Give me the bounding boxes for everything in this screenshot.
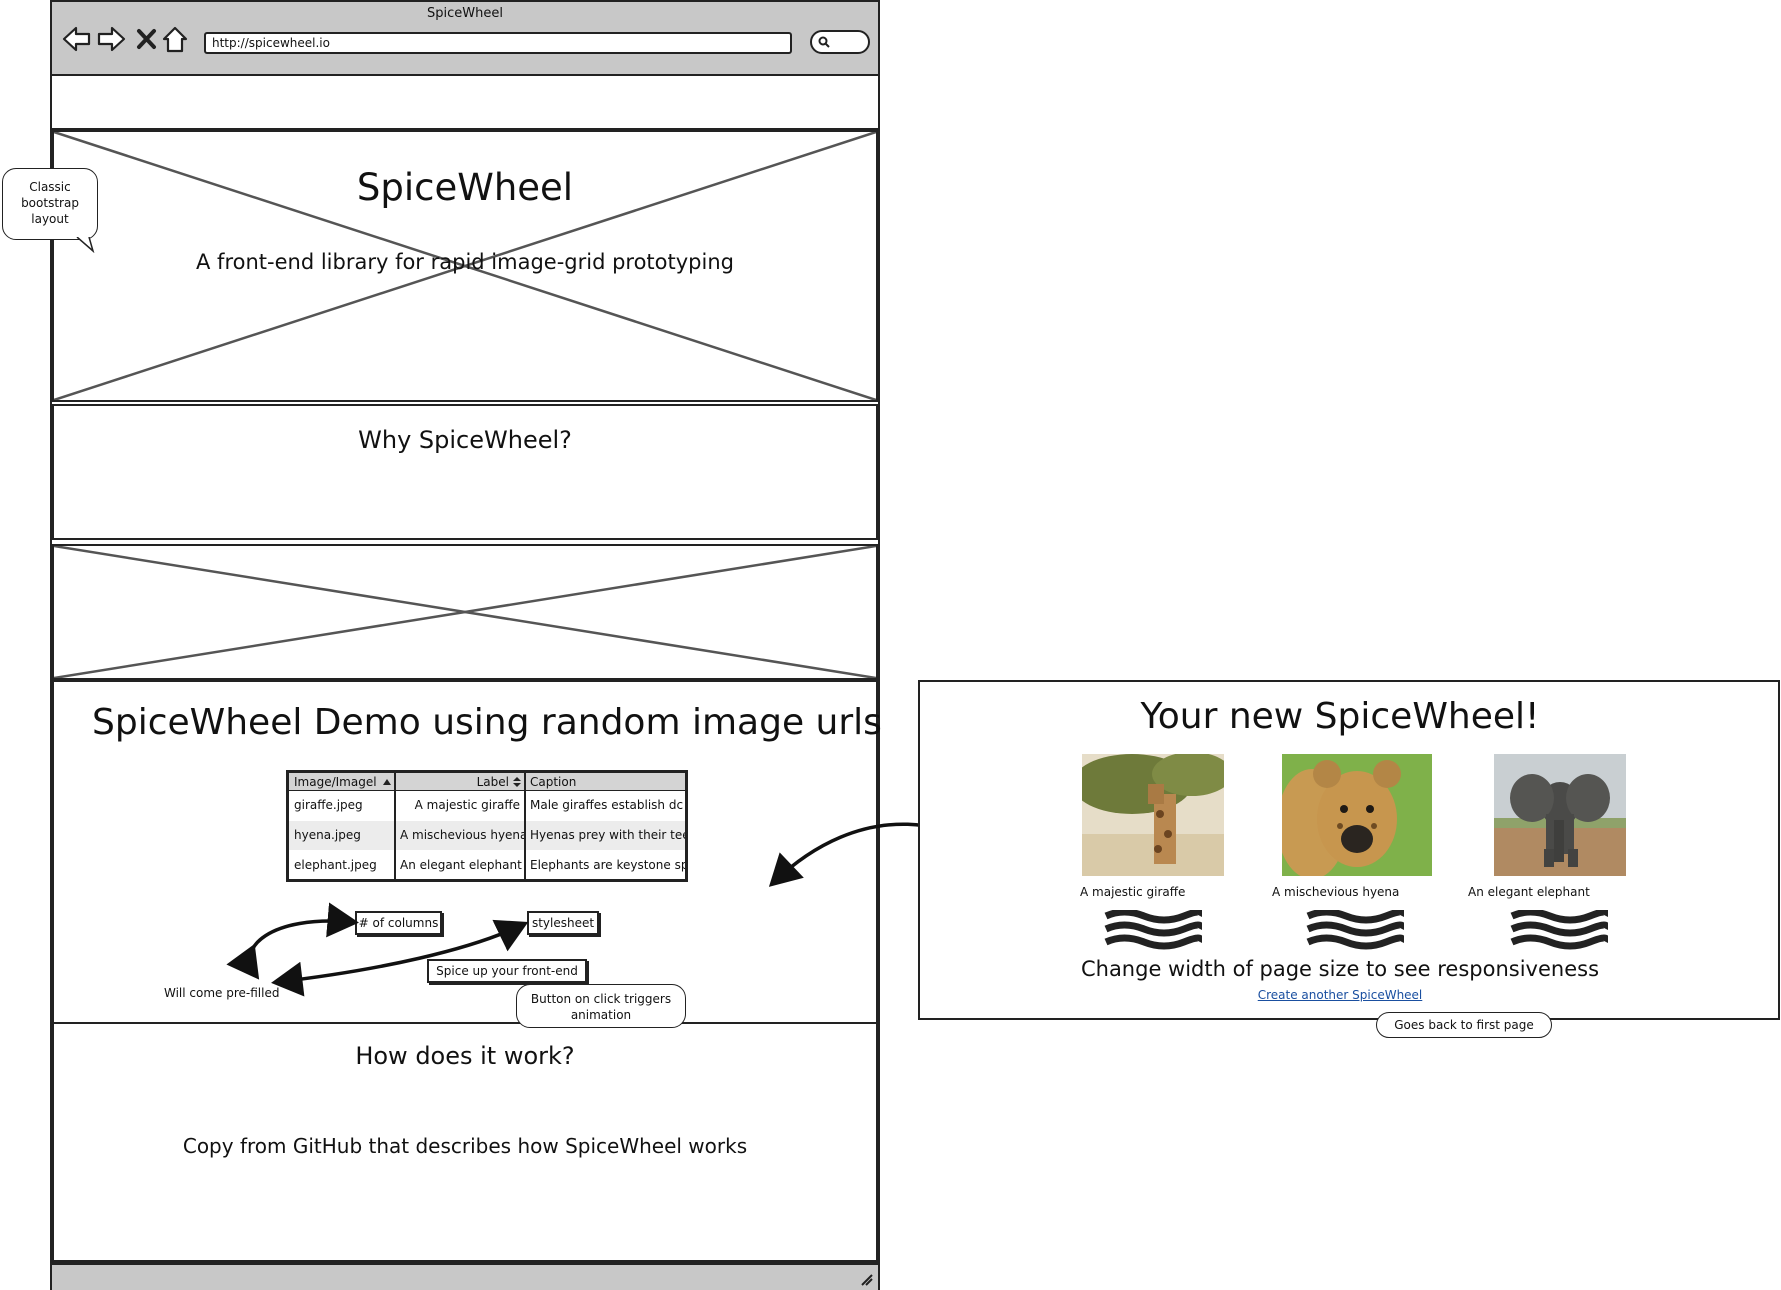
navbar-area xyxy=(52,76,878,130)
close-x-icon[interactable] xyxy=(132,24,162,54)
column-divider xyxy=(394,773,396,879)
table-header-image[interactable]: Image/Imagel xyxy=(289,773,395,791)
table-cell[interactable]: A majestic giraffe xyxy=(395,791,525,820)
responsive-note: Change width of page size to see respons… xyxy=(1080,957,1600,981)
demo-title: SpiceWheel Demo using random image urls xyxy=(92,702,882,743)
table-header-caption[interactable]: Caption xyxy=(525,773,685,791)
columns-field[interactable]: # of columns xyxy=(355,911,442,935)
table-cell[interactable]: hyena.jpeg xyxy=(289,821,395,850)
table-header-label[interactable]: Label xyxy=(395,773,525,791)
browser-titlebar: SpiceWheel http://spicewheel.io xyxy=(52,2,878,76)
elephant-photo xyxy=(1494,754,1626,876)
column-divider xyxy=(524,773,526,879)
stylesheet-field[interactable]: stylesheet xyxy=(527,911,599,935)
hero-section: SpiceWheel A front-end library for rapid… xyxy=(52,130,878,402)
spice-up-button[interactable]: Spice up your front-end xyxy=(427,959,587,983)
result-panel: Your new SpiceWheel! A majestic giraffe … xyxy=(918,680,1780,1020)
url-text: http://spicewheel.io xyxy=(212,36,330,50)
url-bar[interactable]: http://spicewheel.io xyxy=(204,32,792,54)
table-cell[interactable]: A mischevious hyena xyxy=(395,821,525,850)
image-caption: A majestic giraffe xyxy=(1080,885,1186,899)
table-cell[interactable]: An elegant elephant xyxy=(395,851,525,880)
how-section: How does it work? Copy from GitHub that … xyxy=(52,1022,878,1262)
image-caption: A mischevious hyena xyxy=(1272,885,1400,899)
resize-grip-icon[interactable] xyxy=(858,1271,874,1287)
callout-tail-icon xyxy=(76,237,95,253)
callout-button-animation: Button on click triggers animation xyxy=(516,984,686,1028)
forward-arrow-icon[interactable] xyxy=(96,24,126,54)
why-title: Why SpiceWheel? xyxy=(358,426,572,454)
banner-image-placeholder xyxy=(52,544,878,680)
table-cell[interactable]: Male giraffes establish dc xyxy=(525,791,685,820)
window-title: SpiceWheel xyxy=(427,6,503,21)
placeholder-text-scribble xyxy=(1104,910,1202,950)
sort-both-icon xyxy=(513,777,521,787)
placeholder-text-scribble xyxy=(1306,910,1404,950)
create-another-link[interactable]: Create another SpiceWheel xyxy=(1258,988,1423,1002)
table-cell[interactable]: Hyenas prey with their tee xyxy=(525,821,685,850)
back-arrow-icon[interactable] xyxy=(62,24,92,54)
how-body: Copy from GitHub that describes how Spic… xyxy=(182,1134,748,1158)
status-bar xyxy=(52,1262,878,1290)
image-data-table[interactable]: Image/Imagel Label Caption giraffe.jpeg … xyxy=(286,770,688,882)
hero-title: SpiceWheel xyxy=(356,166,574,209)
search-icon xyxy=(818,36,830,48)
table-cell[interactable]: Elephants are keystone sp xyxy=(525,851,685,880)
home-icon[interactable] xyxy=(160,24,190,54)
giraffe-photo xyxy=(1082,754,1224,876)
search-box[interactable] xyxy=(810,30,870,54)
placeholder-text-scribble xyxy=(1510,910,1608,950)
hero-subtitle: A front-end library for rapid image-grid… xyxy=(196,250,734,274)
table-cell[interactable]: giraffe.jpeg xyxy=(289,791,395,820)
sort-up-icon xyxy=(383,779,391,785)
how-title: How does it work? xyxy=(355,1042,575,1070)
result-title: Your new SpiceWheel! xyxy=(1140,696,1540,737)
create-another-link-wrap: Create another SpiceWheel xyxy=(920,988,1760,1002)
prefilled-annotation: Will come pre-filled xyxy=(164,986,280,1000)
image-placeholder-icon xyxy=(54,546,876,678)
why-section: Why SpiceWheel? xyxy=(52,404,878,540)
callout-classic-layout: Classic bootstrap layout xyxy=(2,168,98,253)
hyena-photo xyxy=(1282,754,1432,876)
browser-window: SpiceWheel http://spicewheel.io SpiceWhe… xyxy=(50,0,882,1290)
image-caption: An elegant elephant xyxy=(1468,885,1590,899)
callout-goes-back: Goes back to first page xyxy=(1376,1012,1552,1038)
table-cell[interactable]: elephant.jpeg xyxy=(289,851,395,880)
